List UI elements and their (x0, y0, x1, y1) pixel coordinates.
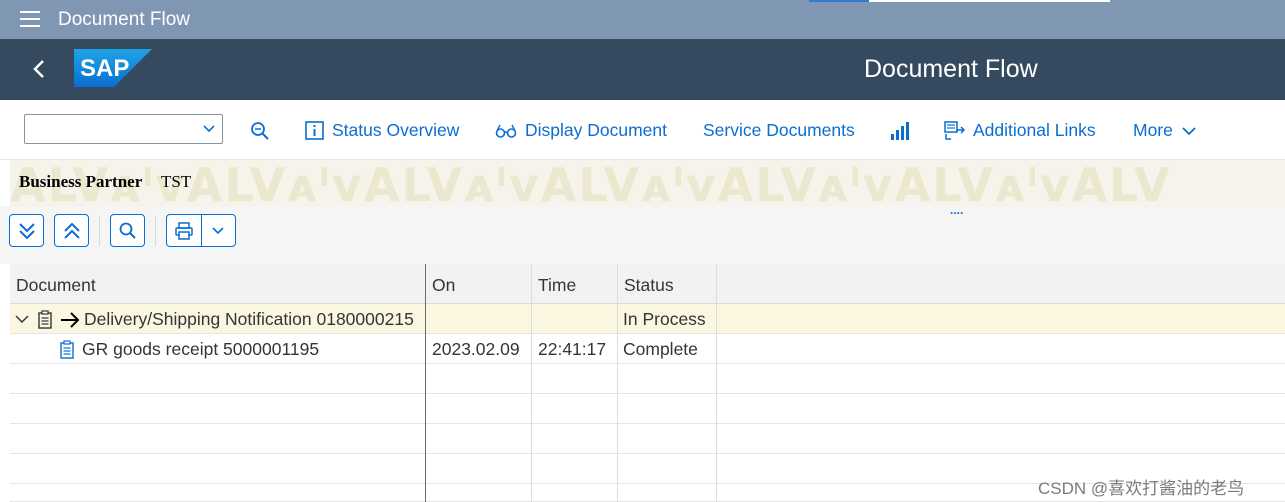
double-chevron-up-icon (63, 222, 80, 239)
additional-links-label: Additional Links (973, 120, 1096, 140)
document-icon (38, 310, 52, 329)
cell-document: Delivery/Shipping Notification 018000021… (84, 309, 414, 329)
arrow-right-icon (61, 312, 80, 328)
expand-all-button[interactable] (9, 214, 44, 247)
more-button[interactable]: More (1133, 120, 1205, 141)
page-title: Document Flow (864, 55, 1038, 83)
glasses-icon (495, 124, 517, 138)
additional-links-button[interactable]: Additional Links (944, 120, 1096, 141)
column-divider[interactable] (716, 264, 717, 502)
collapse-all-button[interactable] (54, 214, 89, 247)
links-icon (944, 121, 965, 140)
column-divider[interactable] (617, 264, 618, 502)
app-header: SAP Document Flow (0, 39, 1285, 100)
shell-bar: Document Flow (0, 0, 1285, 39)
table-row-empty (10, 394, 1285, 424)
chevron-down-icon[interactable] (202, 226, 236, 236)
chevron-down-icon (1182, 126, 1196, 135)
service-documents-label: Service Documents (703, 120, 855, 140)
hamburger-menu-icon[interactable] (20, 11, 40, 27)
print-menu-button[interactable] (166, 214, 236, 247)
document-icon (60, 340, 74, 359)
sap-logo: SAP (74, 49, 152, 87)
display-document-label: Display Document (525, 120, 667, 140)
status-overview-label: Status Overview (332, 120, 460, 140)
table-header: Document On Time Status (10, 264, 1285, 304)
shell-title: Document Flow (58, 9, 190, 30)
shell-tab-indicator (809, 0, 869, 2)
print-icon[interactable] (167, 215, 202, 246)
shell-tab-bar (869, 0, 1110, 2)
chevron-down-icon[interactable] (15, 313, 29, 325)
toolbar-separator (155, 216, 156, 246)
cell-on: 2023.02.09 (432, 339, 520, 359)
chevron-down-icon (203, 125, 215, 133)
resize-handle[interactable]: .... (950, 204, 963, 216)
column-header-status[interactable]: Status (624, 275, 674, 296)
table-row-empty (10, 424, 1285, 454)
app-toolbar: Status Overview Display Document Service… (0, 100, 1285, 160)
status-overview-button[interactable]: Status Overview (305, 120, 459, 141)
back-arrow-icon[interactable] (28, 57, 52, 81)
column-divider[interactable] (531, 264, 532, 502)
find-button[interactable] (110, 214, 145, 247)
info-icon (305, 121, 324, 140)
table-row-empty (10, 364, 1285, 394)
business-partner-label: Business Partner (19, 172, 143, 191)
search-icon (119, 222, 136, 239)
cell-time: 22:41:17 (538, 339, 607, 359)
cell-document: GR goods receipt 5000001195 (82, 339, 320, 359)
alv-header-band: ALVᴀᴵᴠALVᴀᴵᴠALVᴀᴵᴠALVᴀᴵᴠALVᴀᴵᴠALVᴀᴵᴠALV (10, 160, 1285, 206)
column-divider[interactable] (425, 264, 426, 502)
svg-text:SAP: SAP (80, 55, 129, 82)
alv-toolbar: .... (0, 204, 1285, 264)
cell-status: Complete (623, 339, 698, 359)
table-row[interactable]: Delivery/Shipping Notification 018000021… (10, 304, 1285, 334)
business-partner-value: TST (161, 172, 192, 191)
variant-select[interactable] (24, 114, 223, 144)
column-header-on[interactable]: On (432, 275, 455, 296)
column-header-time[interactable]: Time (538, 275, 576, 296)
service-documents-button[interactable]: Service Documents (703, 120, 855, 141)
table-row[interactable]: GR goods receipt 5000001195 2023.02.09 2… (10, 334, 1285, 364)
footer-watermark: CSDN @喜欢打酱油的老鸟 (1038, 479, 1245, 498)
more-label: More (1133, 120, 1173, 140)
double-chevron-down-icon (18, 222, 35, 239)
cell-status: In Process (623, 309, 706, 329)
toolbar-separator (99, 216, 100, 246)
document-flow-table: Document On Time Status Delivery/Shippin… (10, 264, 1285, 502)
bar-chart-icon[interactable] (890, 121, 910, 146)
display-document-button[interactable]: Display Document (495, 120, 667, 141)
zoom-icon[interactable] (250, 121, 270, 146)
column-header-document[interactable]: Document (16, 275, 96, 296)
